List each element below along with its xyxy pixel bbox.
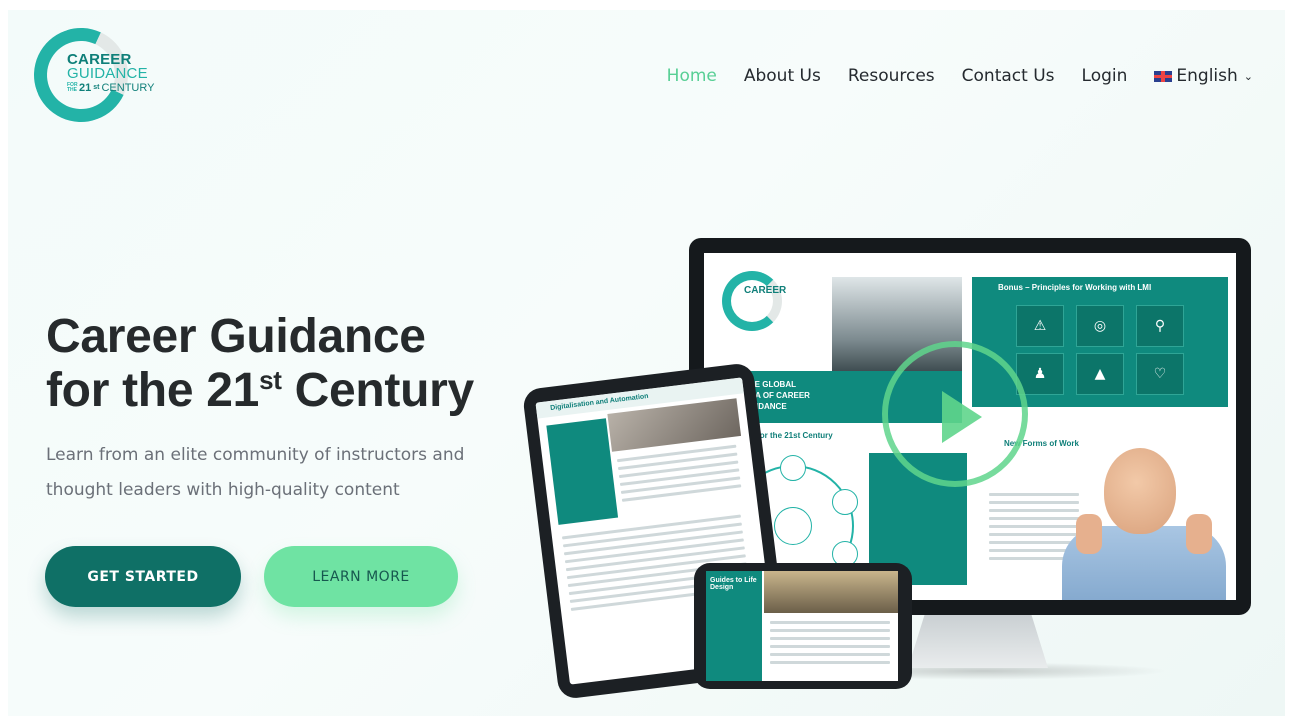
nav-home[interactable]: Home: [667, 66, 717, 86]
chevron-down-icon: ⌄: [1243, 69, 1253, 83]
heart-icon: ♡: [1136, 353, 1184, 395]
play-icon: [942, 391, 982, 443]
monitor-stand: [908, 614, 1048, 668]
logo-text-century: CENTURY: [101, 82, 155, 94]
phone-road-image: [764, 571, 898, 613]
screen-bonus-heading: Bonus – Principles for Working with LMI: [998, 283, 1152, 292]
hero-title-line1: Career Guidance: [46, 310, 426, 363]
logo-text-for-the: FOR THE: [67, 82, 78, 93]
warning-icon: ⚠: [1016, 305, 1064, 347]
logo-text-st: st: [93, 84, 100, 91]
hero-title-sup: st: [259, 365, 282, 395]
nav-login[interactable]: Login: [1082, 66, 1128, 86]
uk-flag-icon: [1154, 70, 1173, 82]
site-logo[interactable]: CAREER GUIDANCE FOR THE 21st CENTURY: [20, 14, 164, 136]
logo-text-21: 21: [79, 82, 92, 94]
phone-screen: Guides to Life Design: [706, 571, 898, 681]
nav-about-us[interactable]: About Us: [744, 66, 821, 86]
phone-mockup: Guides to Life Design: [694, 563, 912, 689]
magnifier-icon: ⚲: [1136, 305, 1184, 347]
nav-resources[interactable]: Resources: [848, 66, 935, 86]
monitor-screen: CAREER THE GLOBAL ERA OF CAREER GUIDANCE…: [704, 253, 1236, 600]
screen-logo-text: CAREER: [744, 285, 787, 296]
get-started-button[interactable]: GET STARTED: [45, 546, 241, 607]
hero-title-line2-pre: for the 21: [46, 364, 260, 417]
screen-logo-icon: [722, 271, 782, 331]
hero-title: Career Guidance for the 21st Century: [46, 310, 474, 418]
chart-icon: ▲: [1076, 353, 1124, 395]
presenter-image: [1054, 438, 1234, 600]
hero-subtitle: Learn from an elite community of instruc…: [46, 445, 465, 500]
tablet-panel: [546, 418, 619, 525]
phone-heading: Guides to Life Design: [710, 577, 757, 591]
main-nav: Home About Us Resources Contact Us Login…: [667, 66, 1253, 86]
hero-title-line2-post: Century: [281, 364, 475, 417]
logo-text-guidance: GUIDANCE: [67, 65, 148, 82]
language-label: English: [1176, 66, 1238, 86]
hero-page: CAREER GUIDANCE FOR THE 21st CENTURY Hom…: [8, 10, 1285, 716]
learn-more-button[interactable]: LEARN MORE: [264, 546, 458, 607]
language-selector[interactable]: English ⌄: [1154, 66, 1253, 86]
nav-contact-us[interactable]: Contact Us: [962, 66, 1055, 86]
target-icon: ◎: [1076, 305, 1124, 347]
